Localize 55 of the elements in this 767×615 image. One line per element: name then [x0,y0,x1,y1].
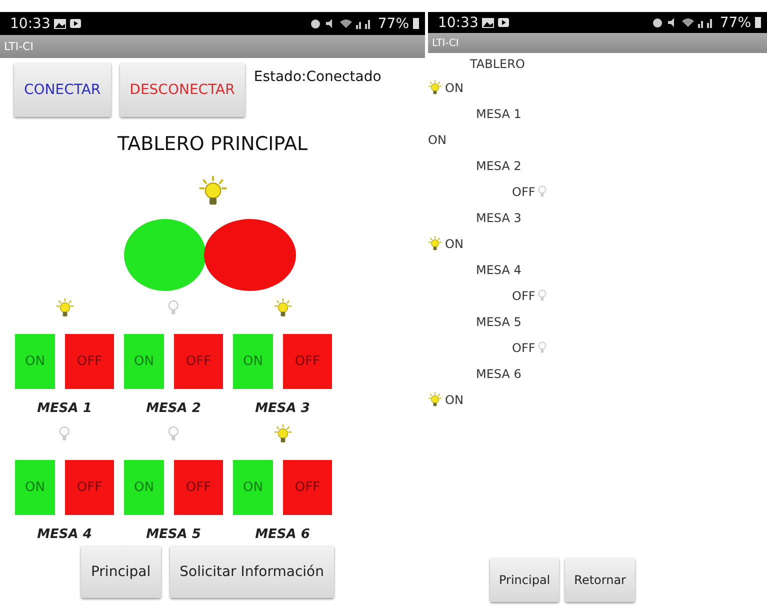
on-button[interactable]: ON [233,334,273,389]
connect-button[interactable]: CONECTAR [14,63,111,117]
item-name: MESA 3 [476,211,522,225]
video-icon [70,19,82,28]
app-title: LTI-CI [4,40,34,53]
app-title: LTI-CI [432,38,459,48]
lit-bulb-icon [428,392,442,408]
battery-icon [755,17,761,28]
item-name: MESA 2 [476,159,522,173]
off-button[interactable]: OFF [174,334,223,389]
off-button[interactable]: OFF [65,334,114,389]
state-text: ON [445,237,464,251]
state-text: ON [428,133,446,147]
off-button[interactable]: OFF [174,460,223,515]
on-button[interactable]: ON [15,460,55,515]
item-name: MESA 6 [476,367,522,381]
item-name: TABLERO [470,57,525,71]
off-button[interactable]: OFF [283,334,332,389]
lit-bulb-icon [428,236,442,252]
table-label: MESA 1 [37,401,92,416]
on-button[interactable]: ON [124,334,164,389]
nav-button[interactable]: Retornar [565,558,635,602]
item-name: MESA 4 [476,263,522,277]
lit-bulb-icon [428,80,442,96]
table-label: MESA 4 [37,527,92,542]
table-label: MESA 2 [146,401,201,416]
state-text: ON [445,81,464,95]
table-label: MESA 3 [255,401,310,416]
battery-icon [413,18,419,29]
on-button[interactable]: ON [124,460,164,515]
disconnect-button[interactable]: DESCONECTAR [120,63,245,117]
image-icon [54,18,66,28]
state-text: OFF [512,289,536,303]
state-text: ON [445,393,464,407]
clock: 10:33 [438,14,478,30]
state-text: OFF [512,185,536,199]
state-text: OFF [512,341,536,355]
off-button[interactable]: OFF [65,460,114,515]
image-icon [482,18,494,28]
on-button[interactable]: ON [233,460,273,515]
item-name: MESA 1 [476,107,522,121]
table-label: MESA 6 [255,527,310,542]
battery-level: 77% [378,16,409,32]
heading: TABLERO PRINCIPAL [117,133,308,155]
on-button[interactable]: ON [15,334,55,389]
off-button[interactable]: OFF [283,460,332,515]
item-name: MESA 5 [476,315,522,329]
video-icon [498,18,510,27]
nav-button[interactable]: Solicitar Información [170,546,334,598]
nav-button[interactable]: Principal [80,546,161,598]
table-label: MESA 5 [146,527,201,542]
nav-button[interactable]: Principal [490,558,560,602]
connection-status: Estado:Conectado [254,68,382,85]
battery-level: 77% [720,14,751,30]
clock: 10:33 [10,16,50,32]
